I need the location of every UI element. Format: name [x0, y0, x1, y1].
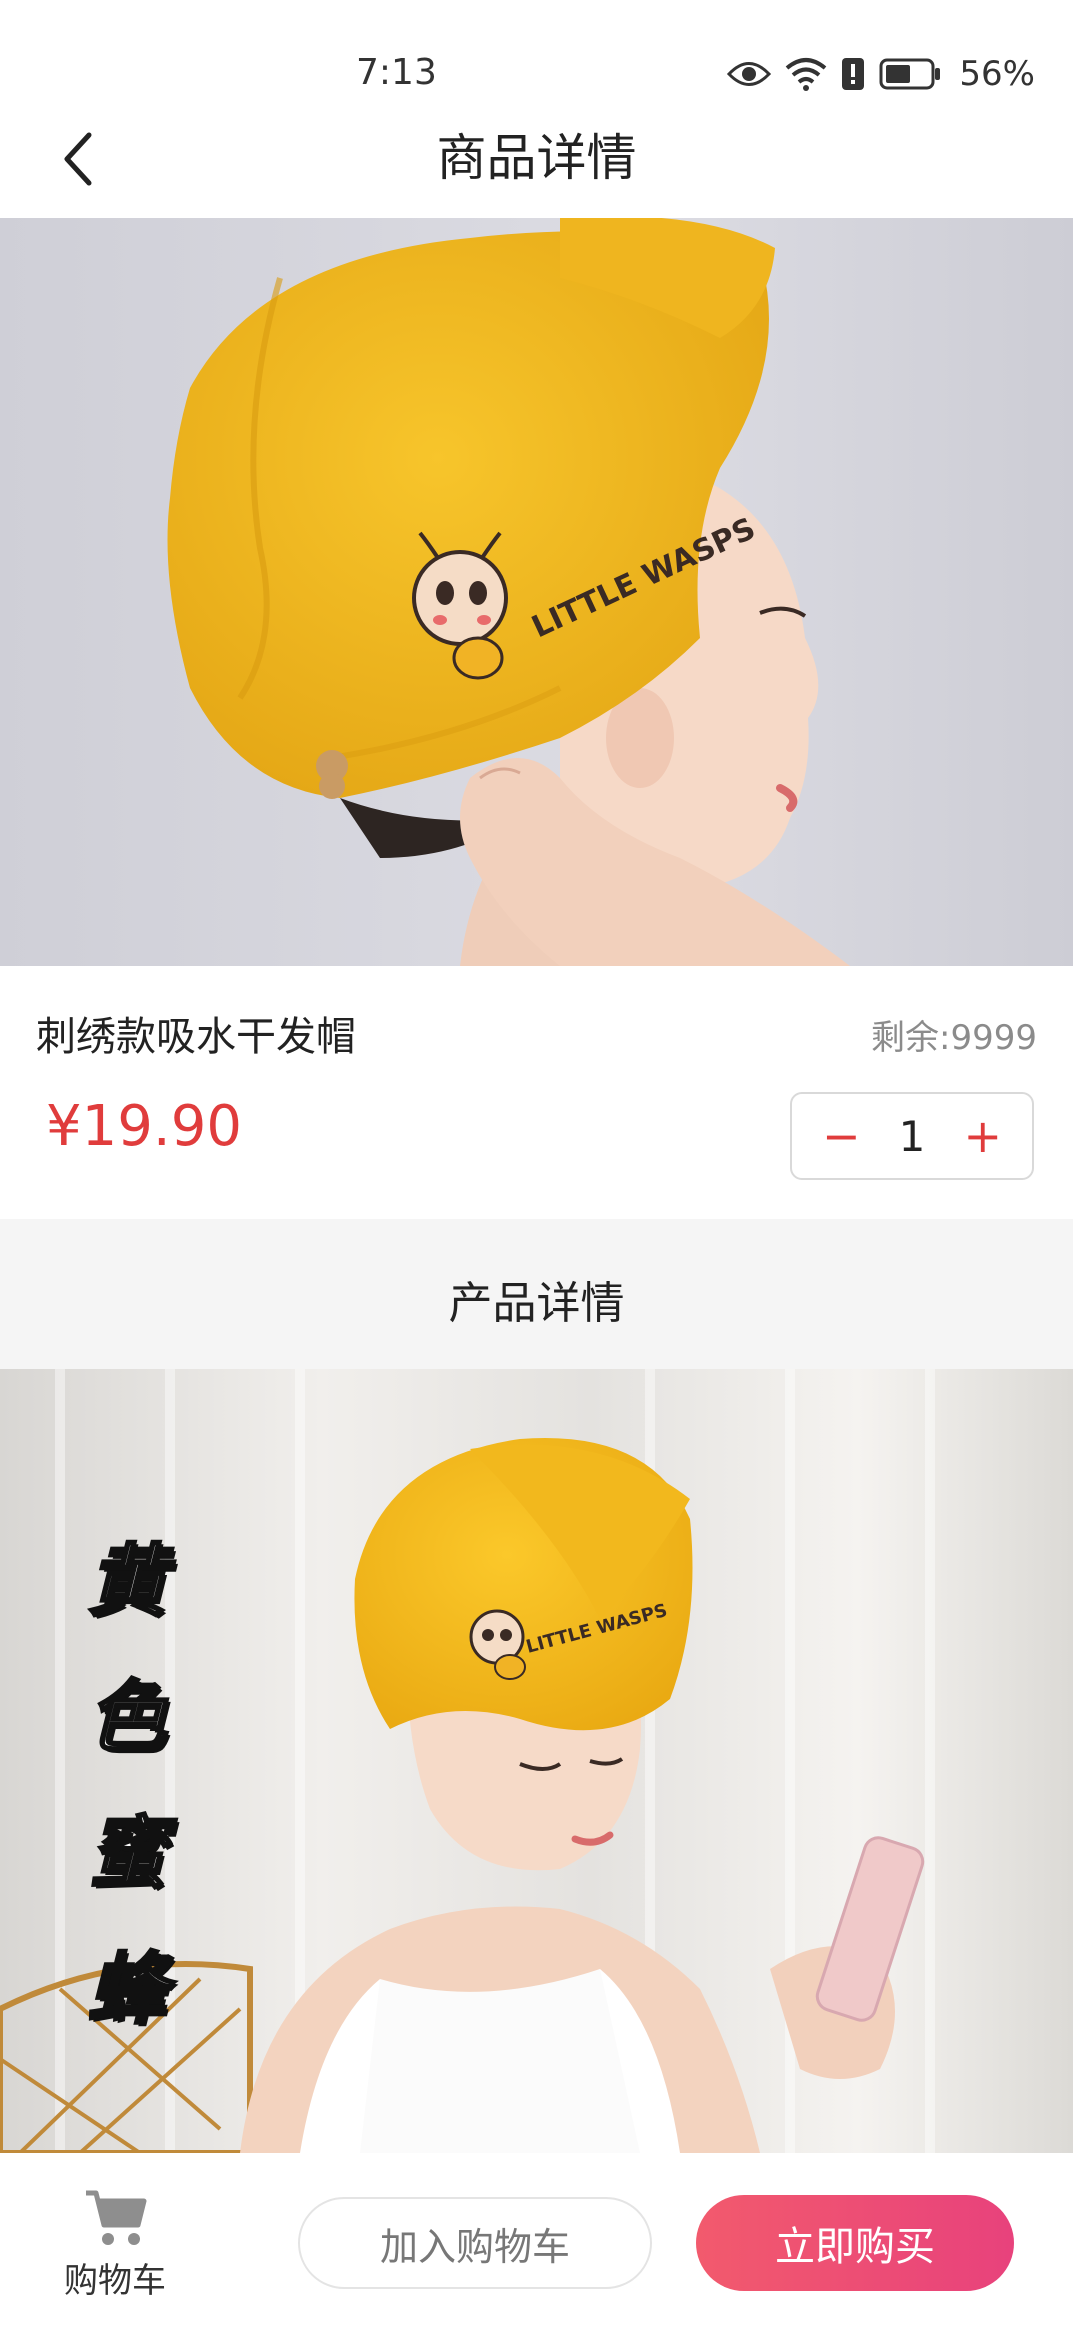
cart-tab[interactable]: 购物车	[50, 2187, 180, 2302]
buy-now-button[interactable]: 立即购买	[696, 2195, 1014, 2291]
bottom-action-bar: 购物车 加入购物车 立即购买	[0, 2153, 1073, 2333]
battery-icon	[879, 58, 941, 90]
quantity-decrement-button[interactable]: −	[822, 1113, 861, 1159]
product-detail-header: 产品详情	[0, 1219, 1073, 1369]
quantity-stepper: − 1 +	[790, 1092, 1034, 1180]
stock-label: 剩余:	[871, 1018, 951, 1058]
shopping-cart-icon	[86, 2190, 147, 2245]
quantity-increment-button[interactable]: +	[963, 1113, 1002, 1159]
status-time: 7:13	[356, 52, 437, 93]
detail-char: 色	[86, 1672, 167, 1765]
product-main-image[interactable]: LITTLE WASPS	[0, 218, 1073, 966]
product-detail-image: LITTLE WASPS 黄 色 蜜 蜂	[0, 1369, 1073, 2153]
battery-percent: 56%	[959, 54, 1035, 94]
product-detail-title: 产品详情	[448, 1278, 625, 1329]
add-to-cart-button[interactable]: 加入购物车	[298, 2197, 652, 2289]
app-header: 商品详情	[0, 110, 1073, 218]
detail-char: 黄	[86, 1536, 167, 1629]
detail-vertical-text: 黄 色 蜜 蜂	[86, 1519, 167, 2039]
detail-char: 蜂	[86, 1944, 167, 2037]
stock-remaining: 剩余:9999	[871, 1010, 1037, 1059]
product-name: 刺绣款吸水干发帽	[36, 1014, 356, 1060]
product-price: ¥19.90	[46, 1094, 242, 1159]
stock-value: 9999	[950, 1018, 1037, 1058]
wifi-icon	[786, 58, 827, 91]
quantity-value: 1	[898, 1111, 926, 1161]
alert-icon	[842, 58, 865, 90]
product-info: 刺绣款吸水干发帽 剩余:9999 ¥19.90 − 1 +	[0, 966, 1073, 1219]
status-icons: 56%	[727, 54, 1035, 94]
page-title: 商品详情	[436, 129, 637, 187]
product-photo-towel-cap: LITTLE WASPS	[0, 218, 1073, 966]
detail-char: 蜜	[86, 1808, 167, 1901]
cart-label: 购物车	[64, 2261, 166, 2301]
status-bar: 7:13 56%	[0, 0, 1073, 118]
eye-icon	[727, 62, 772, 86]
